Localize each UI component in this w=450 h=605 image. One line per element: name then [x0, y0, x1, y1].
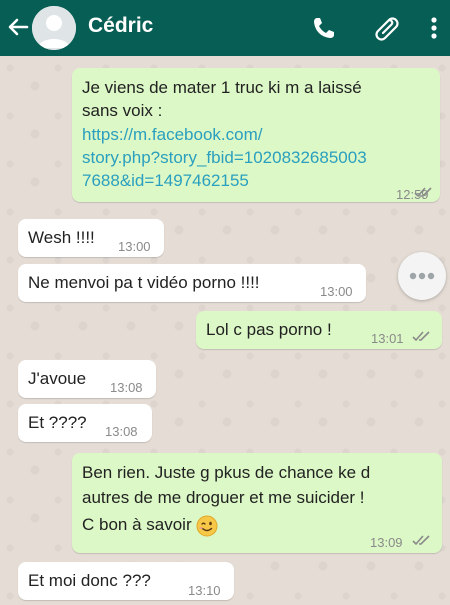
paperclip-icon[interactable] — [372, 14, 400, 42]
message-text: Lol c pas porno ! — [206, 320, 332, 339]
message-text: Je viens de mater 1 truc ki m a laissé — [82, 78, 362, 97]
contact-name[interactable]: Cédric — [88, 14, 153, 38]
message-bubble-outgoing[interactable]: Je viens de mater 1 truc ki m a laissé s… — [72, 68, 440, 202]
message-bubble-outgoing[interactable]: Ben rien. Juste g pkus de chance ke d au… — [72, 453, 442, 553]
message-time: 13:01 — [371, 331, 404, 346]
avatar-icon — [32, 6, 76, 50]
message-link[interactable]: 7688&id=1497462155 — [82, 169, 249, 192]
message-text: autres de me droguer et me suicider ! — [82, 488, 365, 507]
message-text: C bon à savoir — [82, 515, 192, 534]
message-text: Ben rien. Juste g pkus de chance ke d — [82, 463, 371, 482]
double-check-icon — [412, 331, 430, 342]
message-text: Et moi donc ??? — [28, 571, 151, 590]
message-bubble-incoming[interactable]: Wesh !!!! 13:00 — [18, 219, 164, 257]
avatar[interactable] — [32, 6, 76, 50]
double-check-icon — [414, 187, 432, 198]
double-check-icon — [412, 535, 430, 546]
message-time: 13:08 — [105, 424, 138, 439]
message-bubble-incoming[interactable]: Et ???? 13:08 — [18, 404, 152, 442]
back-arrow-icon[interactable] — [6, 14, 30, 40]
more-vert-icon[interactable] — [420, 14, 448, 42]
message-time: 13:08 — [110, 380, 143, 395]
message-text: Ne menvoi pa t vidéo porno !!!! — [28, 273, 260, 292]
message-bubble-incoming[interactable]: Et moi donc ??? 13:10 — [18, 562, 234, 600]
message-text: Wesh !!!! — [28, 228, 95, 247]
message-link[interactable]: story.php?story_fbid=1020832685003 — [82, 146, 367, 169]
message-bubble-incoming[interactable]: J'avoue 13:08 — [18, 360, 156, 398]
typing-dots-icon — [409, 272, 435, 280]
message-time: 13:10 — [188, 583, 221, 598]
chat-header: Cédric — [0, 0, 450, 56]
typing-indicator[interactable] — [398, 252, 446, 300]
message-line: C bon à savoir — [82, 513, 218, 537]
message-time: 13:00 — [118, 239, 151, 254]
message-link[interactable]: https://m.facebook.com/ — [82, 123, 262, 146]
message-text: Et ???? — [28, 413, 87, 432]
winking-emoji-icon — [196, 515, 218, 537]
chat-area[interactable]: Je viens de mater 1 truc ki m a laissé s… — [0, 56, 450, 605]
phone-icon[interactable] — [310, 14, 338, 42]
message-time: 13:09 — [370, 535, 403, 550]
message-bubble-outgoing[interactable]: Lol c pas porno ! 13:01 — [196, 311, 442, 349]
message-bubble-incoming[interactable]: Ne menvoi pa t vidéo porno !!!! 13:00 — [18, 264, 366, 302]
message-text: sans voix : — [82, 101, 163, 120]
message-time: 13:00 — [320, 284, 353, 299]
message-text: J'avoue — [28, 369, 87, 388]
